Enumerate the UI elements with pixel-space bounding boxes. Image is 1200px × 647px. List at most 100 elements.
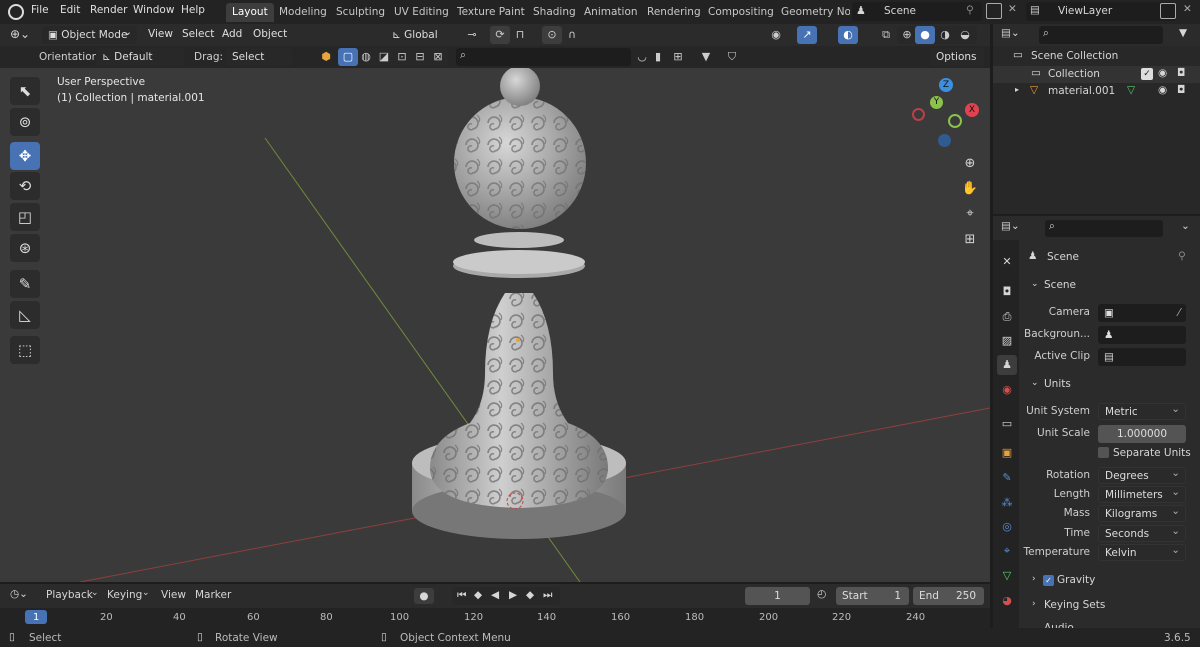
outliner-filter-icon[interactable]: ▼ [1179, 27, 1187, 39]
tab-uv-editing[interactable]: UV Editing [388, 3, 455, 22]
gravity-panel-header[interactable]: › ✓ Gravity [1025, 572, 1195, 590]
bookmark-icon[interactable]: ▮ [648, 48, 668, 66]
jump-end-icon[interactable]: ⏭ [543, 589, 552, 602]
annotate-tool[interactable]: ✎ [10, 270, 40, 298]
overlay-toggle-icon[interactable]: ◐ [838, 26, 858, 44]
perspective-grid-icon[interactable]: ⊞ [958, 228, 982, 252]
snap-face-icon[interactable]: ◪ [374, 48, 394, 66]
pawn-model[interactable] [412, 68, 626, 539]
properties-editor-icon[interactable]: ▤⌄ [1001, 220, 1020, 232]
new-scene-icon[interactable] [986, 3, 1002, 19]
eyedropper-icon[interactable]: ⁄ [1178, 304, 1180, 322]
drag-dropdown[interactable]: Select Box [226, 48, 292, 81]
collection-tab-icon[interactable]: ▭ [997, 414, 1017, 434]
outliner-search-input[interactable]: ⌕ [1039, 26, 1163, 44]
pin-icon[interactable]: ⚲ [966, 4, 974, 16]
menu-file[interactable]: File [31, 4, 49, 16]
constraints-tab-icon[interactable]: ⌖ [997, 541, 1017, 561]
scale-tool[interactable]: ◰ [10, 203, 40, 231]
menu-window[interactable]: Window [133, 4, 174, 16]
add-cube-tool[interactable]: ⬚ [10, 336, 40, 364]
particles-tab-icon[interactable]: ⁂ [997, 493, 1017, 513]
cursor-tool[interactable]: ⊚ [10, 108, 40, 136]
keying-sets-panel-header[interactable]: › Keying Sets [1025, 597, 1195, 615]
timeline-view-menu[interactable]: View [161, 589, 186, 601]
world-tab-icon[interactable]: ◉ [997, 380, 1017, 400]
shield-icon[interactable]: ⛉ [722, 48, 742, 66]
select-tool[interactable]: ⬉ [10, 77, 40, 105]
separate-units-checkbox[interactable] [1098, 447, 1109, 458]
transform-orientation-dropdown[interactable]: ⊾ Global [386, 26, 456, 44]
active-clip-field[interactable]: ▤ [1098, 348, 1186, 366]
measure-tool[interactable]: ◺ [10, 301, 40, 329]
length-dropdown[interactable]: Millimeters [1098, 484, 1186, 503]
timeline-editor-icon[interactable]: ◷⌄ [10, 588, 28, 600]
material-sphere-icon[interactable]: ⬢ [316, 48, 336, 66]
solid-shading-icon[interactable]: ● [915, 26, 935, 44]
mass-dropdown[interactable]: Kilograms [1098, 503, 1186, 522]
menu-edit[interactable]: Edit [60, 4, 80, 16]
rotate-tool[interactable]: ⟲ [10, 172, 40, 200]
new-view-layer-icon[interactable] [1160, 3, 1176, 19]
options-dropdown[interactable]: Options [930, 48, 984, 66]
navigation-gizmo[interactable]: Z Y X [910, 76, 985, 151]
tab-shading[interactable]: Shading [527, 3, 582, 22]
keying-menu[interactable]: Keying [107, 589, 142, 601]
properties-search-input[interactable]: ⌕ [1045, 220, 1163, 237]
scene-tab-icon[interactable]: ♟ [997, 355, 1017, 375]
rendered-shading-icon[interactable]: ◒ [955, 26, 975, 44]
outliner-row-collection[interactable]: ▭ Collection ✓ ◉ ◘ [993, 66, 1200, 83]
background-field[interactable]: ♟ [1098, 326, 1186, 344]
3d-viewport[interactable]: User Perspective (1) Collection | materi… [0, 68, 990, 582]
menu-object[interactable]: Object [253, 28, 287, 40]
units-panel-header[interactable]: ⌄ Units [1025, 376, 1195, 394]
material-tab-icon[interactable]: ◕ [997, 591, 1017, 611]
playback-menu[interactable]: Playback [46, 589, 93, 601]
zoom-icon[interactable]: ⊕ [958, 152, 982, 176]
tab-layout[interactable]: Layout [226, 3, 274, 22]
menu-select[interactable]: Select [182, 28, 214, 40]
camera-field[interactable]: ▣ ⁄ [1098, 304, 1186, 322]
tab-rendering[interactable]: Rendering [641, 3, 707, 22]
expand-arrow-icon[interactable]: ▸ [1015, 85, 1019, 94]
pivot-icon[interactable]: ⊸ [462, 26, 482, 44]
object-tab-icon[interactable]: ▣ [997, 443, 1017, 463]
funnel-icon[interactable]: ▼ [696, 48, 716, 66]
rotation-dropdown[interactable]: Degrees [1098, 465, 1186, 484]
snap-sphere-icon[interactable]: ◍ [356, 48, 376, 66]
jump-start-icon[interactable]: ⏮ [457, 589, 466, 602]
menu-help[interactable]: Help [181, 4, 205, 16]
gravity-checkbox[interactable]: ✓ [1043, 575, 1054, 586]
snap-grid-icon[interactable]: ⊡ [392, 48, 412, 66]
temperature-dropdown[interactable]: Kelvin [1098, 542, 1186, 561]
falloff-icon[interactable]: ∩ [562, 26, 582, 44]
pin-icon[interactable]: ⚲ [1178, 250, 1186, 262]
stopwatch-icon[interactable]: ◴ [817, 588, 826, 600]
gizmo-x[interactable]: X [965, 103, 979, 117]
chevron-down-icon[interactable]: ⌄ [1181, 220, 1190, 232]
tool-tab-icon[interactable]: ✕ [997, 252, 1017, 272]
output-tab-icon[interactable]: ⎙ [997, 307, 1017, 327]
view-layer-selector[interactable]: ▤ ViewLayer [1026, 2, 1176, 21]
wireframe-shading-icon[interactable]: ⊕ [897, 26, 917, 44]
blender-logo-icon[interactable] [8, 4, 24, 20]
camera-icon[interactable]: ◘ [1177, 67, 1185, 79]
prev-keyframe-icon[interactable]: ◆ [474, 589, 482, 601]
delete-view-layer-icon[interactable]: ✕ [1183, 3, 1192, 15]
marker-menu[interactable]: Marker [195, 589, 231, 601]
layout-icon[interactable]: ⊞ [668, 48, 688, 66]
snap-target-icon[interactable]: ⊓ [510, 26, 530, 44]
delete-scene-icon[interactable]: ✕ [1008, 3, 1017, 15]
editor-type-icon[interactable]: ⊕⌄ [10, 27, 30, 41]
camera-view-icon[interactable]: ⌖ [958, 202, 982, 226]
end-frame-field[interactable]: End 250 [913, 587, 984, 605]
tab-animation[interactable]: Animation [578, 3, 644, 22]
current-frame-field[interactable]: 1 [745, 587, 810, 605]
gizmo-toggle-icon[interactable]: ↗ [797, 26, 817, 44]
menu-render[interactable]: Render [90, 4, 127, 16]
pan-hand-icon[interactable]: ✋ [958, 177, 982, 201]
orientation-dropdown[interactable]: ⊾ Default [96, 48, 184, 66]
record-button[interactable]: ● [414, 588, 434, 604]
eye-icon[interactable]: ◉ [1158, 84, 1167, 96]
search-input[interactable]: ⌕ [456, 48, 631, 66]
